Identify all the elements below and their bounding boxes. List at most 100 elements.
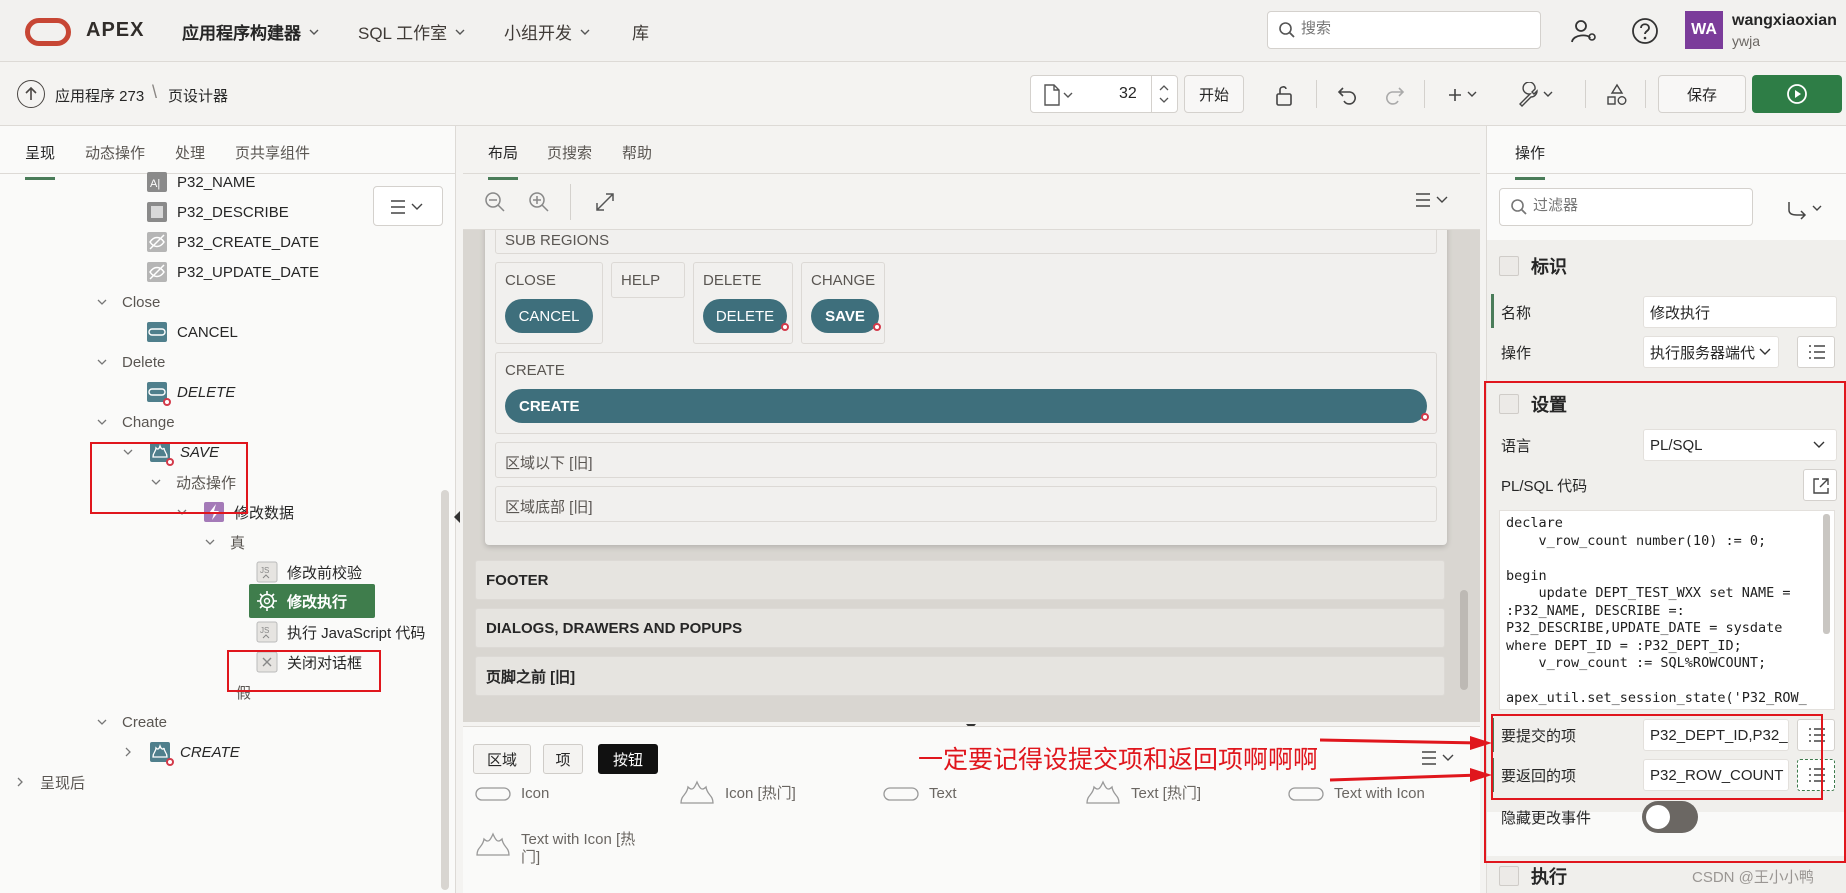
tab-processing[interactable]: 处理 (175, 142, 205, 163)
layout-menu-icon[interactable] (1415, 192, 1453, 208)
prop-items-to-submit-input[interactable]: P32_DEPT_ID,P32_N (1643, 719, 1789, 751)
chevron-down-icon[interactable] (96, 416, 108, 428)
section-execution[interactable]: 执行 (1499, 856, 1567, 893)
open-code-editor-button[interactable] (1803, 469, 1837, 501)
tree-node-create[interactable]: Create (96, 708, 167, 736)
property-filter[interactable] (1499, 188, 1753, 226)
layout-canvas[interactable]: SUB REGIONS CLOSE CANCEL HELP DELETE DEL… (463, 230, 1480, 722)
nav-app-builder[interactable]: 应用程序构建器 (182, 19, 319, 44)
tree-node-change[interactable]: Change (96, 408, 175, 436)
global-search-input[interactable] (1301, 20, 1521, 37)
items-to-submit-list-button[interactable] (1797, 719, 1835, 751)
tab-page-search[interactable]: 页搜索 (547, 142, 592, 163)
canvas-scrollbar[interactable] (1460, 590, 1468, 690)
chevron-down-icon[interactable] (96, 296, 108, 308)
tab-page-shared-components[interactable]: 页共享组件 (235, 142, 310, 163)
chevron-down-icon[interactable] (122, 446, 134, 458)
slot-close[interactable]: CLOSE CANCEL (495, 262, 603, 344)
section-identification[interactable]: 标识 (1499, 246, 1567, 286)
cancel-button-preview[interactable]: CANCEL (505, 299, 593, 333)
region-before-footer[interactable]: 页脚之前 [旧] (475, 656, 1445, 696)
administration-icon[interactable] (1569, 16, 1599, 46)
zoom-in-icon[interactable] (527, 190, 551, 214)
save-button-preview[interactable]: SAVE (811, 299, 881, 333)
prop-language-select[interactable]: PL/SQL (1643, 429, 1837, 461)
tree-item-cancel[interactable]: CANCEL (145, 318, 238, 346)
tab-action[interactable]: 操作 (1515, 142, 1546, 180)
tree-item-p32-name[interactable]: A| P32_NAME (145, 168, 255, 196)
prop-items-to-return-input[interactable]: P32_ROW_COUNT (1643, 759, 1789, 791)
collapse-section-icon[interactable] (1499, 866, 1519, 886)
tree-item-delete[interactable]: DELETE (145, 378, 235, 406)
go-button[interactable]: 开始 (1184, 75, 1244, 113)
slot-delete[interactable]: DELETE DELETE (693, 262, 793, 344)
tree-item-p32-describe[interactable]: P32_DESCRIBE (145, 198, 289, 226)
tab-rendering[interactable]: 呈现 (25, 142, 56, 180)
shared-components-icon[interactable] (1604, 82, 1630, 108)
gallery-item-icon-hot[interactable]: Icon [热门] (679, 779, 796, 805)
nav-gallery[interactable]: 库 (632, 19, 649, 44)
gallery-item-text-hot[interactable]: Text [热门] (1085, 779, 1201, 805)
tree-node-close[interactable]: Close (96, 288, 160, 316)
user-avatar[interactable]: WA (1685, 11, 1723, 49)
tree-node-after-rendering[interactable]: 呈现后 (14, 768, 85, 796)
go-to-group-icon[interactable] (1785, 198, 1829, 220)
redo-icon[interactable] (1381, 82, 1407, 108)
chevron-down-icon[interactable] (204, 536, 216, 548)
chevron-down-icon[interactable] (96, 716, 108, 728)
save-and-run-button[interactable] (1752, 75, 1842, 113)
items-to-return-list-button[interactable] (1797, 759, 1835, 791)
chevron-down-icon[interactable] (96, 356, 108, 368)
code-editor-scrollbar[interactable] (1823, 514, 1830, 634)
tree-node-false[interactable]: 假 (236, 678, 251, 706)
chevron-down-icon[interactable] (150, 476, 162, 488)
chevron-down-icon[interactable] (176, 506, 188, 518)
save-button[interactable]: 保存 (1658, 75, 1746, 113)
page-icon[interactable] (1043, 84, 1073, 106)
page-number[interactable]: 32 (1119, 85, 1137, 103)
gallery-item-text-with-icon-hot[interactable]: Text with Icon [热门] (475, 831, 645, 867)
left-panel-scrollbar[interactable] (441, 490, 449, 890)
tree-item-p32-create-date[interactable]: P32_CREATE_DATE (145, 228, 319, 256)
collapse-section-icon[interactable] (1499, 256, 1519, 276)
tree-item-create[interactable]: CREATE (122, 738, 240, 766)
tree-item-modify-data[interactable]: 修改数据 (176, 498, 294, 526)
tree-item-close-dialog[interactable]: 关闭对话框 (255, 648, 362, 676)
chevron-right-icon[interactable] (122, 746, 134, 758)
up-arrow-icon[interactable] (17, 80, 45, 108)
unlock-icon[interactable] (1272, 82, 1298, 108)
delete-button-preview[interactable]: DELETE (703, 299, 789, 333)
nav-team-development[interactable]: 小组开发 (504, 19, 590, 44)
region-dialogs-drawers-popups[interactable]: DIALOGS, DRAWERS AND POPUPS (475, 608, 1445, 648)
suppress-change-event-toggle[interactable] (1642, 801, 1698, 833)
tree-item-save[interactable]: SAVE (122, 438, 219, 466)
utilities-wrench-icon[interactable] (1516, 82, 1560, 108)
action-list-button[interactable] (1797, 336, 1835, 368)
gallery-tab-buttons[interactable]: 按钮 (598, 744, 658, 774)
tab-dynamic-actions[interactable]: 动态操作 (85, 142, 145, 163)
oracle-logo-icon[interactable] (25, 18, 71, 46)
region-footer[interactable]: FOOTER (475, 560, 1445, 600)
slot-create[interactable]: CREATE CREATE (495, 352, 1437, 434)
slot-help[interactable]: HELP (611, 262, 685, 298)
collapse-section-icon[interactable] (1499, 394, 1519, 414)
sub-regions-slot[interactable]: SUB REGIONS (495, 230, 1437, 254)
slot-below-region[interactable]: 区域以下 [旧] (495, 442, 1437, 478)
gallery-tab-regions[interactable]: 区域 (473, 744, 531, 774)
undo-icon[interactable] (1335, 82, 1361, 108)
tree-menu-button[interactable] (373, 186, 443, 226)
nav-sql-workshop[interactable]: SQL 工作室 (358, 19, 465, 44)
tree-node-true[interactable]: 真 (204, 528, 245, 556)
page-stepper-icon[interactable] (1157, 81, 1171, 107)
zoom-out-icon[interactable] (483, 190, 507, 214)
tree-item-p32-update-date[interactable]: P32_UPDATE_DATE (145, 258, 319, 286)
user-name[interactable]: wangxiaoxian (1732, 12, 1837, 30)
gallery-item-text[interactable]: Text (883, 785, 957, 802)
plsql-code-editor[interactable]: declare v_row_count number(10) := 0; beg… (1499, 510, 1835, 710)
tab-help[interactable]: 帮助 (622, 142, 652, 163)
gallery-item-icon[interactable]: Icon (475, 785, 549, 802)
tree-item-pre-check[interactable]: JS 修改前校验 (255, 558, 362, 586)
collapse-left-panel-icon[interactable] (453, 510, 461, 524)
page-selector[interactable]: 32 (1030, 75, 1178, 113)
help-icon[interactable] (1630, 16, 1660, 46)
